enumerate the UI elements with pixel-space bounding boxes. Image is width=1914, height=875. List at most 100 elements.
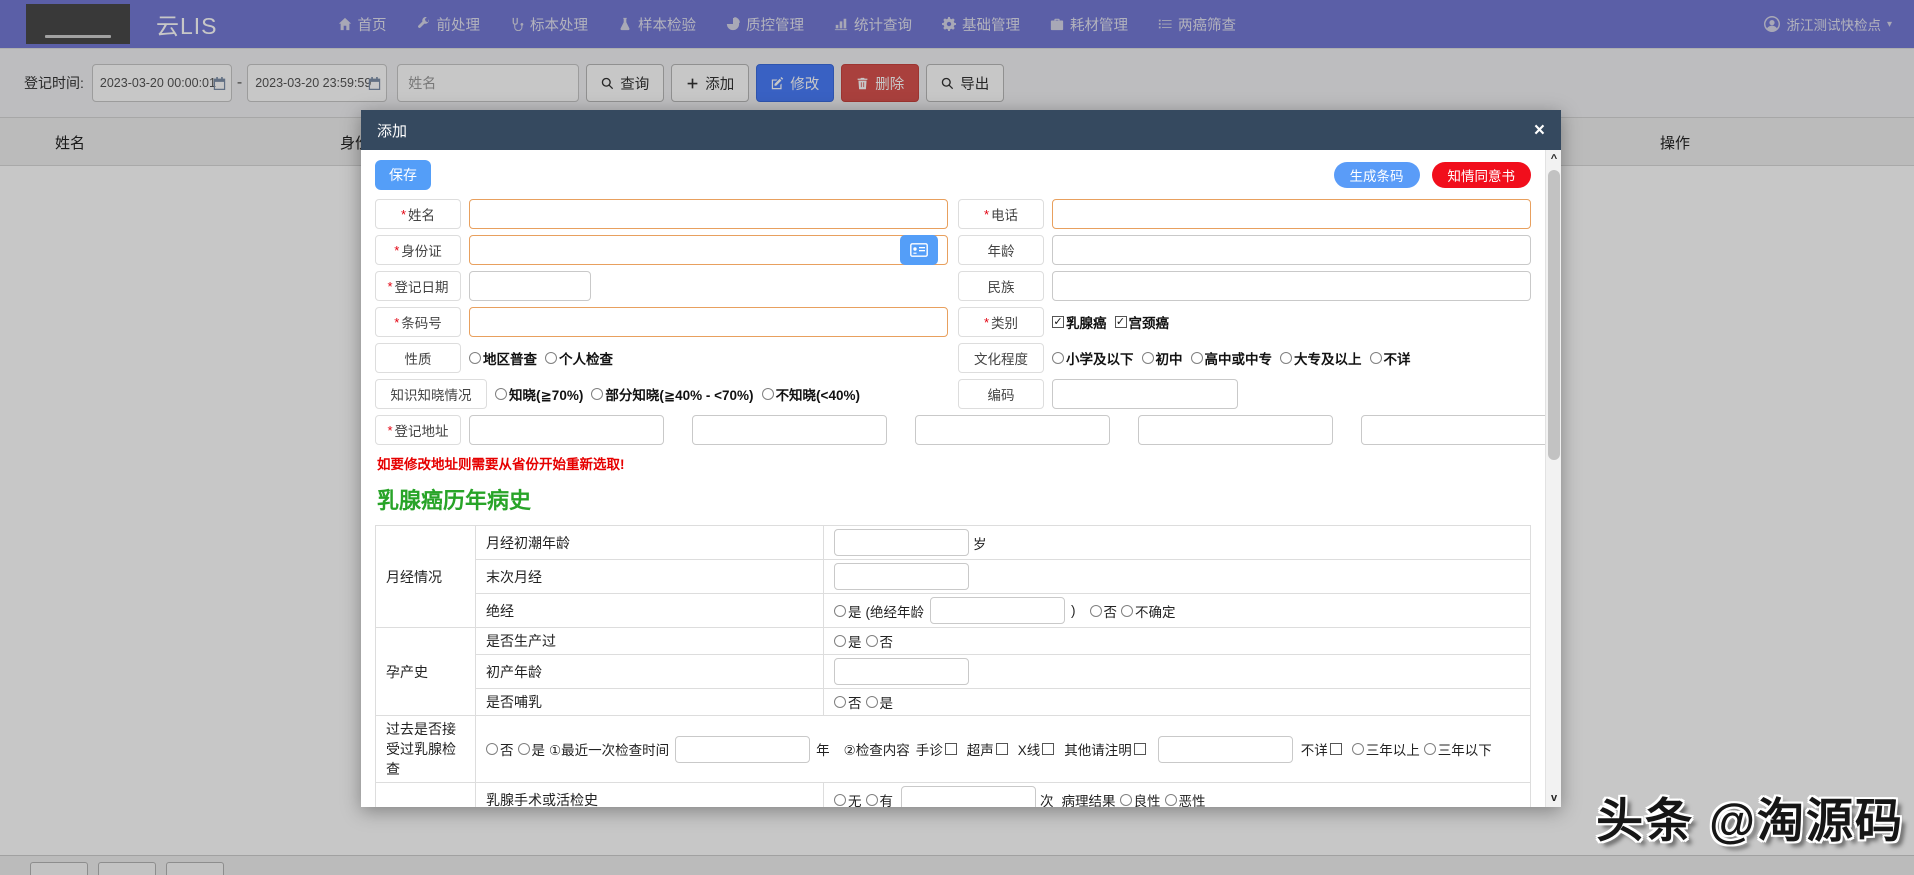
radio-icon[interactable]	[1190, 352, 1203, 364]
age-field[interactable]	[1052, 235, 1531, 265]
checked-checkbox-icon[interactable]: ✓	[1052, 316, 1064, 328]
checkbox-option-cervical-cancer[interactable]: ✓ 宫颈癌	[1114, 312, 1169, 332]
phone-label: * 电话	[958, 199, 1044, 229]
idcard-field[interactable]	[469, 235, 948, 265]
barcode-field[interactable]	[469, 307, 948, 337]
checked-checkbox-icon[interactable]: ✓	[1114, 316, 1127, 328]
radio-option-menopause-yes[interactable]: 是	[834, 601, 862, 621]
checkbox-icon[interactable]	[1133, 743, 1146, 755]
radio-option-aware[interactable]: 知晓(≧70%)	[495, 384, 583, 404]
checkbox-option-palpation[interactable]: 手诊	[916, 739, 963, 759]
phone-field[interactable]	[1052, 199, 1531, 229]
checkbox-icon[interactable]	[944, 743, 957, 755]
radio-icon[interactable]	[1052, 352, 1064, 364]
first-birth-age-field[interactable]	[834, 658, 969, 685]
checkbox-option-breast-cancer[interactable]: ✓ 乳腺癌	[1052, 312, 1107, 332]
radio-icon[interactable]	[834, 696, 846, 708]
radio-icon[interactable]	[486, 743, 498, 755]
checkbox-option-ultrasound[interactable]: 超声	[967, 739, 1014, 759]
read-idcard-button[interactable]	[900, 235, 938, 265]
radio-option-personal-check[interactable]: 个人检查	[545, 348, 613, 368]
radio-option-surgery-none[interactable]: 无	[834, 790, 862, 807]
radio-icon[interactable]	[761, 388, 774, 400]
menopause-age-field[interactable]	[930, 597, 1065, 624]
radio-option-benign[interactable]: 良性	[1119, 790, 1161, 807]
radio-icon[interactable]	[834, 635, 846, 647]
radio-option-partial-aware[interactable]: 部分知晓(≧40% - <70%)	[591, 384, 754, 404]
radio-option-area-survey[interactable]: 地区普查	[469, 348, 537, 368]
ethnic-field[interactable]	[1052, 271, 1531, 301]
name-label: * 姓名	[375, 199, 461, 229]
save-button[interactable]: 保存	[375, 160, 431, 190]
address-town-field[interactable]	[1138, 415, 1333, 445]
radio-icon[interactable]	[517, 743, 530, 755]
radio-option-birth-no[interactable]: 否	[865, 631, 893, 651]
radio-icon[interactable]	[1121, 604, 1133, 617]
radio-icon[interactable]	[1164, 793, 1177, 806]
radio-option-breastfed-yes[interactable]: 是	[865, 692, 893, 712]
checkbox-icon[interactable]	[995, 743, 1008, 755]
radio-option-exam-no[interactable]: 否	[486, 739, 514, 759]
generate-barcode-button[interactable]: 生成条码	[1333, 162, 1420, 188]
last-period-field[interactable]	[834, 563, 969, 590]
radio-icon[interactable]	[865, 696, 878, 708]
radio-option-under-3-years[interactable]: 三年以下	[1423, 739, 1492, 759]
label-text: 民族	[987, 280, 1015, 295]
radio-option-over-3-years[interactable]: 三年以上	[1351, 739, 1420, 759]
chevron-down-icon[interactable]: v	[1546, 789, 1562, 807]
radio-option-edu-unknown[interactable]: 不详	[1369, 348, 1411, 368]
radio-icon[interactable]	[1423, 743, 1436, 755]
field-nature: 性质 地区普查 个人检查	[375, 343, 948, 373]
exam-content-label: ②检查内容	[843, 743, 910, 758]
radio-option-malignant[interactable]: 恶性	[1164, 790, 1206, 807]
radio-label: 地区普查	[483, 352, 537, 367]
regdate-field[interactable]	[469, 271, 591, 301]
checkbox-icon[interactable]	[1042, 743, 1055, 755]
radio-icon[interactable]	[495, 388, 507, 400]
radio-option-edu-senior[interactable]: 高中或中专	[1190, 348, 1272, 368]
radio-icon[interactable]	[469, 352, 481, 364]
chevron-up-icon[interactable]: ^	[1546, 150, 1562, 168]
radio-icon[interactable]	[1369, 352, 1382, 364]
radio-option-edu-junior[interactable]: 初中	[1141, 348, 1183, 368]
address-city-field[interactable]	[692, 415, 887, 445]
surgery-times-field[interactable]	[901, 786, 1036, 807]
radio-icon[interactable]	[1089, 604, 1102, 617]
checkbox-option-other[interactable]: 其他请注明	[1064, 739, 1152, 759]
radio-option-not-aware[interactable]: 不知晓(<40%)	[761, 384, 860, 404]
address-district-field[interactable]	[915, 415, 1110, 445]
radio-icon[interactable]	[591, 388, 604, 400]
exam-other-field[interactable]	[1157, 735, 1293, 763]
radio-option-birth-yes[interactable]: 是	[834, 631, 862, 651]
radio-icon[interactable]	[834, 793, 846, 806]
radio-icon[interactable]	[1280, 352, 1292, 364]
address-village-field[interactable]	[1361, 415, 1556, 445]
modal-scrollbar[interactable]: ^ v	[1545, 150, 1561, 807]
radio-option-edu-primary[interactable]: 小学及以下	[1052, 348, 1134, 368]
radio-icon[interactable]	[545, 352, 557, 364]
unit-label: 岁	[973, 536, 987, 552]
radio-option-menopause-no[interactable]: 否	[1089, 601, 1117, 621]
consent-form-button[interactable]: 知情同意书	[1431, 162, 1531, 188]
radio-option-breastfed-no[interactable]: 否	[834, 692, 862, 712]
code-field[interactable]	[1052, 379, 1238, 409]
radio-icon[interactable]	[865, 635, 878, 647]
radio-option-surgery-has[interactable]: 有	[865, 790, 893, 807]
exam-time-field[interactable]	[675, 735, 811, 763]
checkbox-option-xray[interactable]: X线	[1018, 739, 1061, 759]
radio-icon[interactable]	[865, 793, 878, 806]
close-icon[interactable]: ×	[1534, 121, 1545, 140]
address-province-field[interactable]	[469, 415, 664, 445]
radio-icon[interactable]	[1119, 793, 1132, 806]
scrollbar-thumb[interactable]	[1548, 170, 1560, 460]
name-field[interactable]	[469, 199, 948, 229]
radio-icon[interactable]	[834, 604, 846, 617]
radio-option-edu-college[interactable]: 大专及以上	[1280, 348, 1362, 368]
radio-option-menopause-unsure[interactable]: 不确定	[1121, 601, 1176, 621]
radio-icon[interactable]	[1141, 352, 1154, 364]
checkbox-icon[interactable]	[1329, 743, 1342, 755]
menarche-age-field[interactable]	[834, 529, 969, 556]
radio-icon[interactable]	[1351, 743, 1364, 755]
radio-option-exam-yes[interactable]: 是	[517, 739, 545, 759]
checkbox-option-unknown[interactable]: 不详	[1301, 739, 1348, 759]
